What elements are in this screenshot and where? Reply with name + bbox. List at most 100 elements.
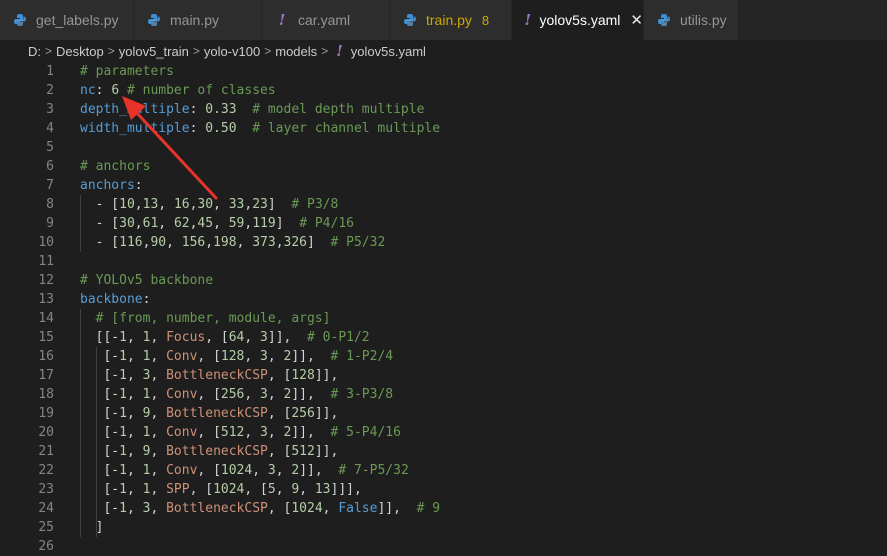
tab-main-py[interactable]: main.py <box>134 0 262 40</box>
code-token: [- <box>80 368 120 383</box>
breadcrumb-item[interactable]: yolov5s.yaml <box>351 44 426 59</box>
code-token: , [ <box>267 406 292 421</box>
code-token: depth_multiple <box>80 102 190 117</box>
code-token: , <box>134 216 143 231</box>
code-token: 1024 <box>213 482 245 497</box>
code-text: # anchors <box>80 157 150 176</box>
line-number: 26 <box>38 539 54 554</box>
chevron-right-icon: > <box>264 44 272 58</box>
chevron-right-icon: > <box>192 44 200 58</box>
code-text: nc: 6 # number of classes <box>80 81 276 100</box>
code-token: - [ <box>80 235 120 250</box>
code-text: ] <box>80 518 104 537</box>
code-token: : <box>189 102 206 117</box>
code-token: 45 <box>197 216 214 231</box>
code-token: 9 <box>291 482 300 497</box>
code-token: 1024 <box>220 463 253 478</box>
line-number: 9 <box>46 216 54 231</box>
code-token: Conv <box>166 463 198 478</box>
code-line: 5 <box>0 138 887 157</box>
code-token: , <box>158 216 174 231</box>
code-token: [- <box>80 406 120 421</box>
tab-bar: get_labels.py main.py! car.yaml train.py 8! y… <box>0 0 887 40</box>
breadcrumb-item[interactable]: yolov5_train <box>119 44 189 59</box>
tab-label: utilis.py <box>680 12 727 28</box>
code-token: 10 <box>119 197 135 212</box>
code-token: 128 <box>291 368 315 383</box>
code-text: [-1, 1, Conv, [128, 3, 2]], # 1-P2/4 <box>80 347 393 366</box>
python-icon <box>402 12 418 28</box>
code-token: # model depth multiple <box>252 102 425 117</box>
close-icon[interactable]: ✕ <box>630 11 643 29</box>
code-token: , <box>150 463 167 478</box>
breadcrumb-item[interactable]: Desktop <box>56 44 104 59</box>
tab-label: car.yaml <box>298 12 351 28</box>
code-token: , <box>322 501 339 516</box>
code-token: , <box>150 501 167 516</box>
tab-yolov5s-yaml[interactable]: ! yolov5s.yaml ✕ <box>512 0 644 40</box>
line-number: 14 <box>38 311 54 326</box>
code-token: # 7-P5/32 <box>338 463 409 478</box>
code-token: # 5-P4/16 <box>330 425 401 440</box>
code-token: Conv <box>166 425 198 440</box>
code-token: width_multiple <box>80 121 190 136</box>
code-token: , <box>126 387 143 402</box>
line-number: 12 <box>38 273 54 288</box>
code-token: 1 <box>119 368 127 383</box>
code-token: 16 <box>173 197 190 212</box>
code-token: 61 <box>142 216 159 231</box>
code-token: 62 <box>173 216 190 231</box>
code-token: 3 <box>260 387 268 402</box>
code-token: [- <box>80 463 120 478</box>
line-number: 2 <box>46 83 54 98</box>
code-token: 59 <box>228 216 245 231</box>
code-token: 256 <box>291 406 315 421</box>
code-token: # [from, number, module, args] <box>95 311 331 326</box>
chevron-right-icon: > <box>321 44 329 58</box>
breadcrumb-item[interactable]: D: <box>28 44 41 59</box>
code-token: ]], <box>314 444 339 459</box>
line-number: 24 <box>38 501 54 516</box>
line-number: 7 <box>46 178 54 193</box>
code-text: [-1, 1, Conv, [256, 3, 2]], # 3-P3/8 <box>80 385 393 404</box>
code-line: 23 [-1, 1, SPP, [1024, [5, 9, 13]]], <box>0 480 887 499</box>
code-token: , <box>166 235 182 250</box>
code-token: # 9 <box>416 501 441 516</box>
code-token: 33 <box>228 197 245 212</box>
code-token: , [ <box>197 387 221 402</box>
code-token: , <box>126 501 143 516</box>
code-token: 1 <box>119 406 127 421</box>
tab-utilis-py[interactable]: utilis.py <box>644 0 739 40</box>
line-number: 8 <box>46 197 54 212</box>
code-token: 1 <box>119 349 127 364</box>
tab-train-py[interactable]: train.py 8 <box>390 0 512 40</box>
breadcrumb-item[interactable]: models <box>275 44 317 59</box>
code-token: 373 <box>252 235 276 250</box>
code-token: , <box>126 463 143 478</box>
tab-car-yaml[interactable]: ! car.yaml <box>262 0 390 40</box>
code-token: 3 <box>267 463 276 478</box>
code-line: 12 # YOLOv5 backbone <box>0 271 887 290</box>
code-token: , <box>150 349 167 364</box>
code-token: 128 <box>220 349 245 364</box>
breadcrumb-item[interactable]: yolo-v100 <box>204 44 260 59</box>
code-token: : <box>134 178 143 193</box>
code-token: 116 <box>119 235 143 250</box>
tab-get-labels-py[interactable]: get_labels.py <box>0 0 134 40</box>
code-line: 21 [-1, 9, BottleneckCSP, [512]], <box>0 442 887 461</box>
code-line: 22 [-1, 1, Conv, [1024, 3, 2]], # 7-P5/3… <box>0 461 887 480</box>
code-token: # P3/8 <box>291 197 339 212</box>
code-editor[interactable]: 1 # parameters 2 nc: 6 # number of classes 3… <box>0 62 887 554</box>
code-text: # parameters <box>80 62 174 81</box>
code-token: ] <box>267 197 292 212</box>
code-token: 1 <box>119 444 127 459</box>
code-token: 119 <box>252 216 276 231</box>
code-token: 1 <box>119 482 127 497</box>
code-token: , <box>213 197 229 212</box>
code-token: : <box>189 121 206 136</box>
code-token: BottleneckCSP <box>166 444 268 459</box>
code-token: 1 <box>119 501 127 516</box>
code-token: [- <box>80 349 120 364</box>
line-number: 20 <box>38 425 54 440</box>
